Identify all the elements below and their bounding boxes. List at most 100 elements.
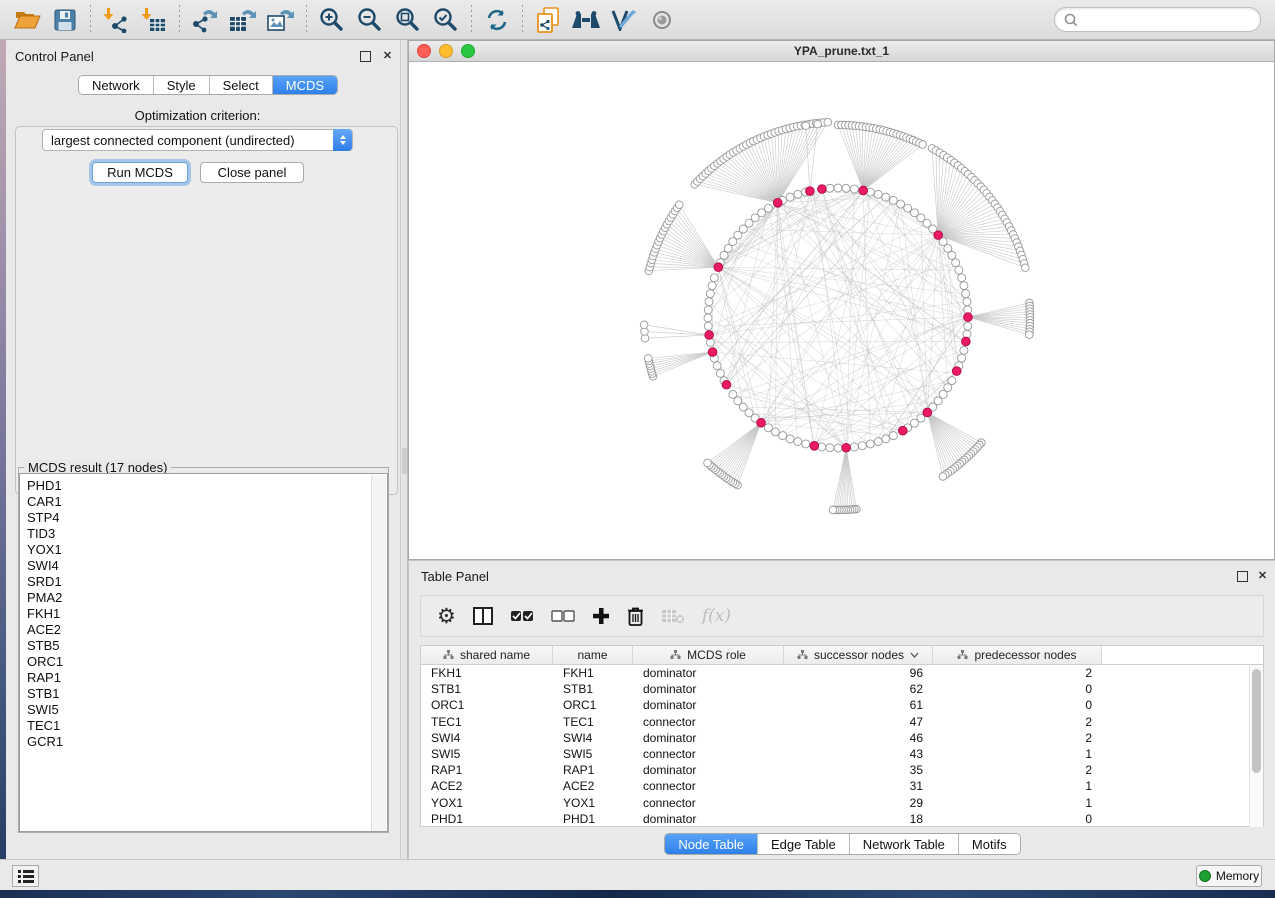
mcds-result-item[interactable]: SRD1	[27, 574, 387, 590]
table-cell[interactable]: connector	[633, 796, 784, 810]
memory-button[interactable]: Memory	[1196, 865, 1262, 887]
save-icon[interactable]	[46, 3, 84, 37]
table-cell[interactable]: SWI4	[553, 731, 633, 745]
table-cell[interactable]: PHD1	[553, 812, 633, 826]
network-window-titlebar[interactable]: YPA_prune.txt_1	[409, 41, 1274, 62]
show-columns-icon[interactable]	[473, 607, 493, 625]
clone-network-icon[interactable]	[529, 3, 567, 37]
table-row[interactable]: SWI4SWI4dominator462	[421, 730, 1250, 746]
table-cell[interactable]: FKH1	[553, 666, 633, 680]
table-cell[interactable]: YOX1	[421, 796, 553, 810]
table-cell[interactable]: 35	[784, 763, 933, 777]
panel-splitter[interactable]	[400, 40, 408, 890]
mcds-result-item[interactable]: TEC1	[27, 718, 387, 734]
table-cell[interactable]: 2	[933, 715, 1102, 729]
zoom-in-icon[interactable]	[313, 3, 351, 37]
mcds-result-item[interactable]: CAR1	[27, 494, 387, 510]
table-cell[interactable]: 96	[784, 666, 933, 680]
close-panel-button[interactable]: Close panel	[200, 162, 304, 183]
import-network-icon[interactable]	[97, 3, 135, 37]
mcds-result-item[interactable]: ACE2	[27, 622, 387, 638]
tab-style[interactable]: Style	[154, 76, 210, 94]
close-panel-icon[interactable]: ✕	[1257, 570, 1268, 581]
table-cell[interactable]: 0	[933, 698, 1102, 712]
delete-column-icon[interactable]	[627, 606, 644, 626]
create-column-icon[interactable]	[592, 607, 610, 625]
table-cell[interactable]: 1	[933, 747, 1102, 761]
column-header-shared-name[interactable]: shared name	[421, 646, 553, 664]
table-cell[interactable]: ORC1	[553, 698, 633, 712]
table-cell[interactable]: 2	[933, 666, 1102, 680]
mcds-result-item[interactable]: FKH1	[27, 606, 387, 622]
network-graph[interactable]	[409, 62, 1274, 555]
table-cell[interactable]: TEC1	[553, 715, 633, 729]
tab-network-table[interactable]: Network Table	[850, 834, 959, 854]
mcds-result-item[interactable]: STB5	[27, 638, 387, 654]
mcds-result-item[interactable]: GCR1	[27, 734, 387, 750]
tab-motifs[interactable]: Motifs	[959, 834, 1020, 854]
tab-edge-table[interactable]: Edge Table	[758, 834, 850, 854]
zoom-selected-icon[interactable]	[427, 3, 465, 37]
mcds-result-item[interactable]: PHD1	[27, 478, 387, 494]
table-cell[interactable]: RAP1	[553, 763, 633, 777]
table-body[interactable]: FKH1FKH1dominator962STB1STB1dominator620…	[421, 665, 1250, 827]
search-box[interactable]	[1054, 7, 1261, 32]
export-network-icon[interactable]	[186, 3, 224, 37]
select-all-rows-icon[interactable]	[510, 607, 534, 625]
table-cell[interactable]: RAP1	[421, 763, 553, 777]
vizmapper-icon[interactable]	[605, 3, 643, 37]
table-scrollbar[interactable]	[1249, 665, 1263, 827]
float-panel-icon[interactable]	[360, 51, 371, 62]
gear-icon[interactable]: ⚙	[437, 606, 456, 626]
column-header-predecessor-nodes[interactable]: predecessor nodes	[933, 646, 1102, 664]
table-cell[interactable]: connector	[633, 747, 784, 761]
first-neighbors-icon[interactable]	[567, 3, 605, 37]
table-cell[interactable]: 2	[933, 763, 1102, 777]
table-row[interactable]: YOX1YOX1connector291	[421, 795, 1250, 811]
float-panel-icon[interactable]	[1237, 571, 1248, 582]
tab-network[interactable]: Network	[79, 76, 154, 94]
table-cell[interactable]: PHD1	[421, 812, 553, 826]
zoom-out-icon[interactable]	[351, 3, 389, 37]
table-cell[interactable]: 31	[784, 779, 933, 793]
mcds-result-item[interactable]: STB1	[27, 686, 387, 702]
deselect-all-rows-icon[interactable]	[551, 607, 575, 625]
table-cell[interactable]: SWI5	[421, 747, 553, 761]
table-cell[interactable]: connector	[633, 779, 784, 793]
export-table-icon[interactable]	[224, 3, 262, 37]
splitter-grip[interactable]	[402, 448, 407, 474]
tab-select[interactable]: Select	[210, 76, 273, 94]
table-cell[interactable]: 18	[784, 812, 933, 826]
network-canvas[interactable]	[409, 62, 1274, 555]
table-row[interactable]: SWI5SWI5connector431	[421, 746, 1250, 762]
table-cell[interactable]: SWI5	[553, 747, 633, 761]
column-header-successor-nodes[interactable]: successor nodes	[784, 646, 933, 664]
close-panel-icon[interactable]: ✕	[382, 50, 393, 61]
mcds-result-item[interactable]: PMA2	[27, 590, 387, 606]
mcds-result-item[interactable]: YOX1	[27, 542, 387, 558]
table-cell[interactable]: SWI4	[421, 731, 553, 745]
import-table-icon[interactable]	[135, 3, 173, 37]
table-cell[interactable]: 43	[784, 747, 933, 761]
mcds-result-item[interactable]: STP4	[27, 510, 387, 526]
table-cell[interactable]: 0	[933, 682, 1102, 696]
table-row[interactable]: STB1STB1dominator620	[421, 681, 1250, 697]
column-header-name[interactable]: name	[553, 646, 633, 664]
table-cell[interactable]: 62	[784, 682, 933, 696]
table-cell[interactable]: 46	[784, 731, 933, 745]
table-row[interactable]: TEC1TEC1connector472	[421, 714, 1250, 730]
list-scrollbar[interactable]	[371, 475, 386, 832]
task-history-button[interactable]	[12, 865, 39, 887]
tab-node-table[interactable]: Node Table	[665, 834, 758, 854]
mcds-result-item[interactable]: SWI4	[27, 558, 387, 574]
table-row[interactable]: ACE2ACE2connector311	[421, 778, 1250, 794]
search-input[interactable]	[1081, 10, 1260, 30]
scrollbar-thumb[interactable]	[1252, 669, 1261, 773]
mcds-result-item[interactable]: RAP1	[27, 670, 387, 686]
table-cell[interactable]: YOX1	[553, 796, 633, 810]
table-cell[interactable]: 29	[784, 796, 933, 810]
table-cell[interactable]: dominator	[633, 698, 784, 712]
table-cell[interactable]: dominator	[633, 812, 784, 826]
table-cell[interactable]: dominator	[633, 763, 784, 777]
table-cell[interactable]: ORC1	[421, 698, 553, 712]
